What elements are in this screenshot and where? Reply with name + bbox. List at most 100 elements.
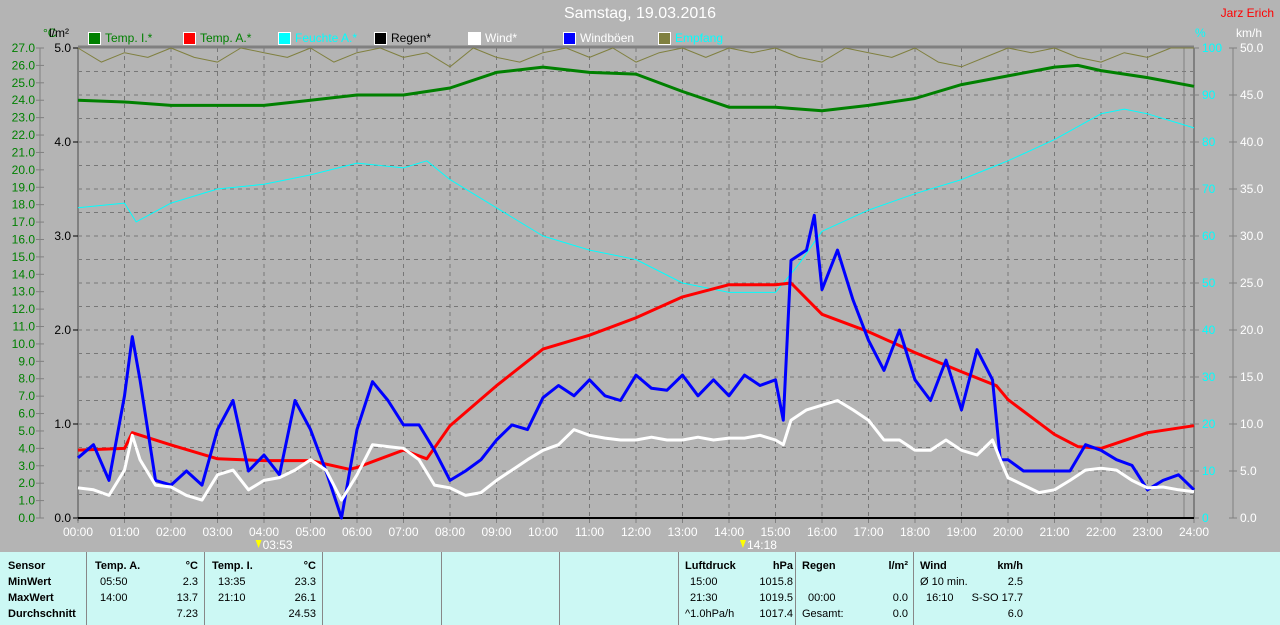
wind-axis-tick-label: 0.0 bbox=[1240, 511, 1257, 525]
rain-axis-tick-label: 3.0 bbox=[54, 229, 71, 243]
temp-axis-tick-label: 7.0 bbox=[18, 389, 35, 403]
x-axis-tick-label: 20:00 bbox=[993, 525, 1023, 539]
temp-i-max-time: 21:10 bbox=[218, 592, 246, 604]
rain-header: Regen bbox=[802, 560, 836, 572]
temp-axis-tick-label: 2.0 bbox=[18, 476, 35, 490]
temp-axis-tick-label: 13.0 bbox=[12, 285, 36, 299]
temp-axis-tick-label: 21.0 bbox=[12, 145, 36, 159]
wind-axis-tick-label: 20.0 bbox=[1240, 323, 1264, 337]
moon-marker-time: 03:53 bbox=[263, 538, 293, 552]
temp-axis-tick-label: 27.0 bbox=[12, 41, 36, 55]
moonset-icon bbox=[255, 540, 262, 548]
temp-axis-tick-label: 12.0 bbox=[12, 302, 36, 316]
temp-axis-tick-label: 18.0 bbox=[12, 198, 36, 212]
temp-i-min: 23.3 bbox=[294, 576, 316, 588]
temp-axis-tick-label: 4.0 bbox=[18, 441, 35, 455]
wind-axis-tick-label: 10.0 bbox=[1240, 417, 1264, 431]
wind-avg10-label: Ø 10 min. bbox=[920, 576, 968, 588]
temp-axis-tick-label: 5.0 bbox=[18, 424, 35, 438]
temp-i-min-time: 13:35 bbox=[218, 576, 246, 588]
rain-axis-tick-label: 2.0 bbox=[54, 323, 71, 337]
x-axis-tick-label: 05:00 bbox=[295, 525, 325, 539]
wind-axis-tick-label: 40.0 bbox=[1240, 135, 1264, 149]
pressure-max: 1019.5 bbox=[759, 592, 793, 604]
x-axis-tick-label: 09:00 bbox=[481, 525, 511, 539]
wind-unit: km/h bbox=[997, 560, 1023, 572]
x-axis-tick-label: 17:00 bbox=[853, 525, 883, 539]
rain-total-label: Gesamt: bbox=[802, 608, 844, 620]
wind-avg: 6.0 bbox=[1007, 608, 1023, 620]
humidity-axis-tick-label: 50 bbox=[1202, 276, 1216, 290]
temp-axis-tick-label: 10.0 bbox=[12, 337, 36, 351]
temp-i-header: Temp. I. bbox=[212, 560, 253, 572]
x-axis-tick-label: 07:00 bbox=[388, 525, 418, 539]
pressure-max-time: 21:30 bbox=[690, 592, 718, 604]
x-axis-tick-label: 22:00 bbox=[1086, 525, 1116, 539]
x-axis-tick-label: 19:00 bbox=[946, 525, 976, 539]
temp-axis-tick-label: 3.0 bbox=[18, 459, 35, 473]
rain-max: 0.0 bbox=[892, 592, 908, 604]
humidity-axis-tick-label: 90 bbox=[1202, 88, 1216, 102]
wind-axis-tick-label: 45.0 bbox=[1240, 88, 1264, 102]
pressure-avg: 1017.4 bbox=[759, 608, 793, 620]
humidity-axis-tick-label: 60 bbox=[1202, 229, 1216, 243]
x-axis-tick-label: 12:00 bbox=[621, 525, 651, 539]
humidity-axis-tick-label: 100 bbox=[1202, 41, 1222, 55]
wind-axis-tick-label: 30.0 bbox=[1240, 229, 1264, 243]
x-axis-tick-label: 18:00 bbox=[900, 525, 930, 539]
humidity-axis-tick-label: 20 bbox=[1202, 417, 1216, 431]
temp-axis-tick-label: 11.0 bbox=[13, 320, 36, 334]
rain-axis-tick-label: 4.0 bbox=[54, 135, 71, 149]
temp-a-header: Temp. A. bbox=[95, 560, 141, 572]
rain-unit: l/m² bbox=[888, 560, 908, 572]
moon-marker-time: 14:18 bbox=[747, 538, 777, 552]
humidity-axis-tick-label: 30 bbox=[1202, 370, 1216, 384]
x-axis-tick-label: 10:00 bbox=[528, 525, 558, 539]
temp-axis-tick-label: 0.0 bbox=[18, 511, 35, 525]
temp-axis-tick-label: 9.0 bbox=[18, 354, 35, 368]
humidity-axis-tick-label: 10 bbox=[1202, 464, 1216, 478]
wind-axis-tick-label: 5.0 bbox=[1240, 464, 1257, 478]
x-axis-tick-label: 21:00 bbox=[1039, 525, 1069, 539]
pressure-unit: hPa bbox=[772, 560, 793, 572]
wind-max: S-SO 17.7 bbox=[971, 592, 1023, 604]
x-axis-tick-label: 02:00 bbox=[156, 525, 186, 539]
pressure-min-time: 15:00 bbox=[690, 576, 718, 588]
x-axis-tick-label: 06:00 bbox=[342, 525, 372, 539]
temp-i-max: 26.1 bbox=[294, 592, 316, 604]
rain-axis-tick-label: 5.0 bbox=[54, 41, 71, 55]
sensor-header: Sensor bbox=[8, 560, 46, 572]
row-label-avg: Durchschnitt bbox=[8, 608, 76, 620]
row-label-min: MinWert bbox=[8, 576, 52, 588]
temp-axis-tick-label: 19.0 bbox=[12, 180, 36, 194]
humidity-axis-tick-label: 40 bbox=[1202, 323, 1216, 337]
x-axis-tick-label: 11:00 bbox=[575, 525, 604, 539]
wind-max-time: 16:10 bbox=[926, 592, 954, 604]
pressure-header: Luftdruck bbox=[685, 560, 736, 572]
pressure-trend: ^1.0hPa/h bbox=[685, 608, 735, 620]
x-axis-tick-label: 15:00 bbox=[760, 525, 790, 539]
x-axis-tick-label: 24:00 bbox=[1179, 525, 1209, 539]
humidity-axis-tick-label: 70 bbox=[1202, 182, 1216, 196]
humidity-axis-tick-label: 0 bbox=[1202, 511, 1209, 525]
temp-i-avg: 24.53 bbox=[288, 608, 316, 620]
wind-axis-tick-label: 35.0 bbox=[1240, 182, 1264, 196]
x-axis-tick-label: 00:00 bbox=[63, 525, 93, 539]
x-axis-tick-label: 13:00 bbox=[667, 525, 697, 539]
temp-axis-tick-label: 15.0 bbox=[12, 250, 36, 264]
temp-axis-tick-label: 25.0 bbox=[12, 76, 36, 90]
rain-axis-tick-label: 0.0 bbox=[54, 511, 71, 525]
x-axis-tick-label: 04:00 bbox=[249, 525, 279, 539]
temp-a-unit: °C bbox=[185, 560, 198, 572]
temp-axis-tick-label: 14.0 bbox=[12, 267, 36, 281]
temp-axis-tick-label: 23.0 bbox=[12, 111, 36, 125]
wind-axis-tick-label: 15.0 bbox=[1240, 370, 1264, 384]
temp-a-avg: 7.23 bbox=[176, 608, 198, 620]
wind-avg10: 2.5 bbox=[1007, 576, 1023, 588]
humidity-axis-tick-label: 80 bbox=[1202, 135, 1216, 149]
wind-header: Wind bbox=[920, 560, 947, 572]
temp-axis-tick-label: 6.0 bbox=[18, 407, 35, 421]
pressure-min: 1015.8 bbox=[759, 576, 793, 588]
temp-a-min: 2.3 bbox=[182, 576, 198, 588]
temp-axis-tick-label: 20.0 bbox=[12, 163, 36, 177]
